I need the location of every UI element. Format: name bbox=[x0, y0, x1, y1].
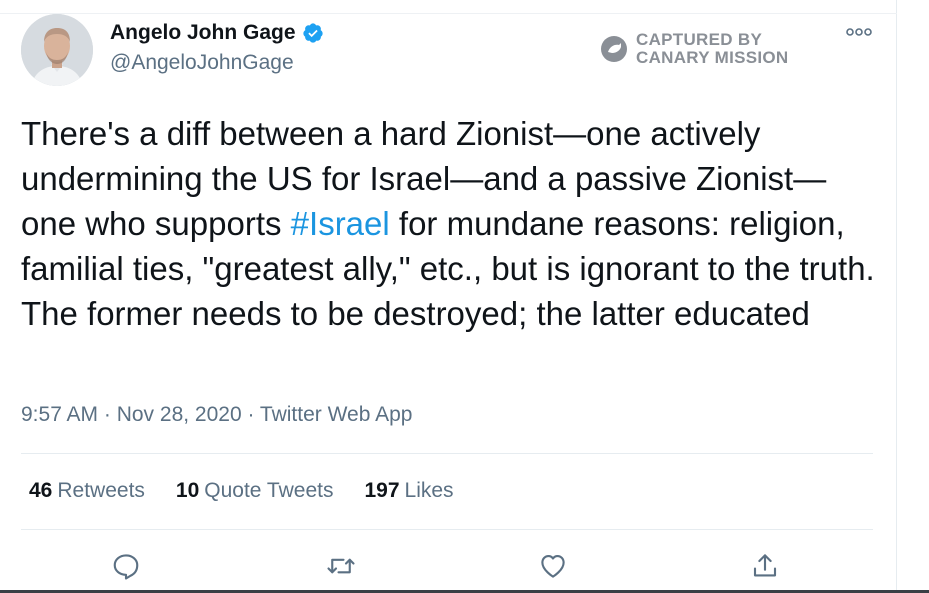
divider bbox=[21, 529, 873, 530]
engagement-stats: 46 Retweets 10 Quote Tweets 197 Likes bbox=[29, 479, 454, 503]
verified-badge-icon bbox=[302, 22, 324, 44]
share-icon[interactable] bbox=[748, 549, 782, 583]
hashtag-link[interactable]: #Israel bbox=[291, 205, 390, 242]
tweet-timestamp-source[interactable]: 9:57 AM · Nov 28, 2020 · Twitter Web App bbox=[21, 403, 412, 427]
quote-tweets-stat[interactable]: 10 Quote Tweets bbox=[176, 479, 334, 503]
author-name[interactable]: Angelo John Gage bbox=[110, 21, 324, 45]
likes-label: Likes bbox=[404, 479, 454, 502]
author-handle[interactable]: @AngeloJohnGage bbox=[110, 51, 294, 75]
tweet-text: There's a diff between a hard Zionist—on… bbox=[21, 111, 881, 336]
retweets-count: 46 bbox=[29, 479, 53, 502]
canary-logo-icon bbox=[601, 36, 627, 62]
divider bbox=[21, 453, 873, 454]
avatar[interactable] bbox=[21, 14, 93, 86]
more-options-icon[interactable] bbox=[846, 22, 872, 42]
quote-tweets-label: Quote Tweets bbox=[204, 479, 334, 502]
likes-stat[interactable]: 197 Likes bbox=[364, 479, 453, 503]
reply-icon[interactable] bbox=[109, 549, 143, 583]
canary-mission-watermark: CAPTURED BY CANARY MISSION bbox=[600, 31, 789, 67]
likes-count: 197 bbox=[364, 479, 400, 502]
retweets-label: Retweets bbox=[57, 479, 145, 502]
top-divider bbox=[0, 0, 897, 14]
author-name-text: Angelo John Gage bbox=[110, 21, 296, 44]
like-icon[interactable] bbox=[536, 549, 570, 583]
tweet-card: Angelo John Gage @AngeloJohnGage CAPTURE… bbox=[0, 0, 897, 593]
quote-tweets-count: 10 bbox=[175, 479, 200, 502]
watermark-line1: CAPTURED BY bbox=[636, 30, 763, 49]
retweet-icon[interactable] bbox=[324, 549, 358, 583]
retweets-stat[interactable]: 46 Retweets bbox=[29, 479, 145, 503]
watermark-line2: CANARY MISSION bbox=[636, 48, 789, 67]
